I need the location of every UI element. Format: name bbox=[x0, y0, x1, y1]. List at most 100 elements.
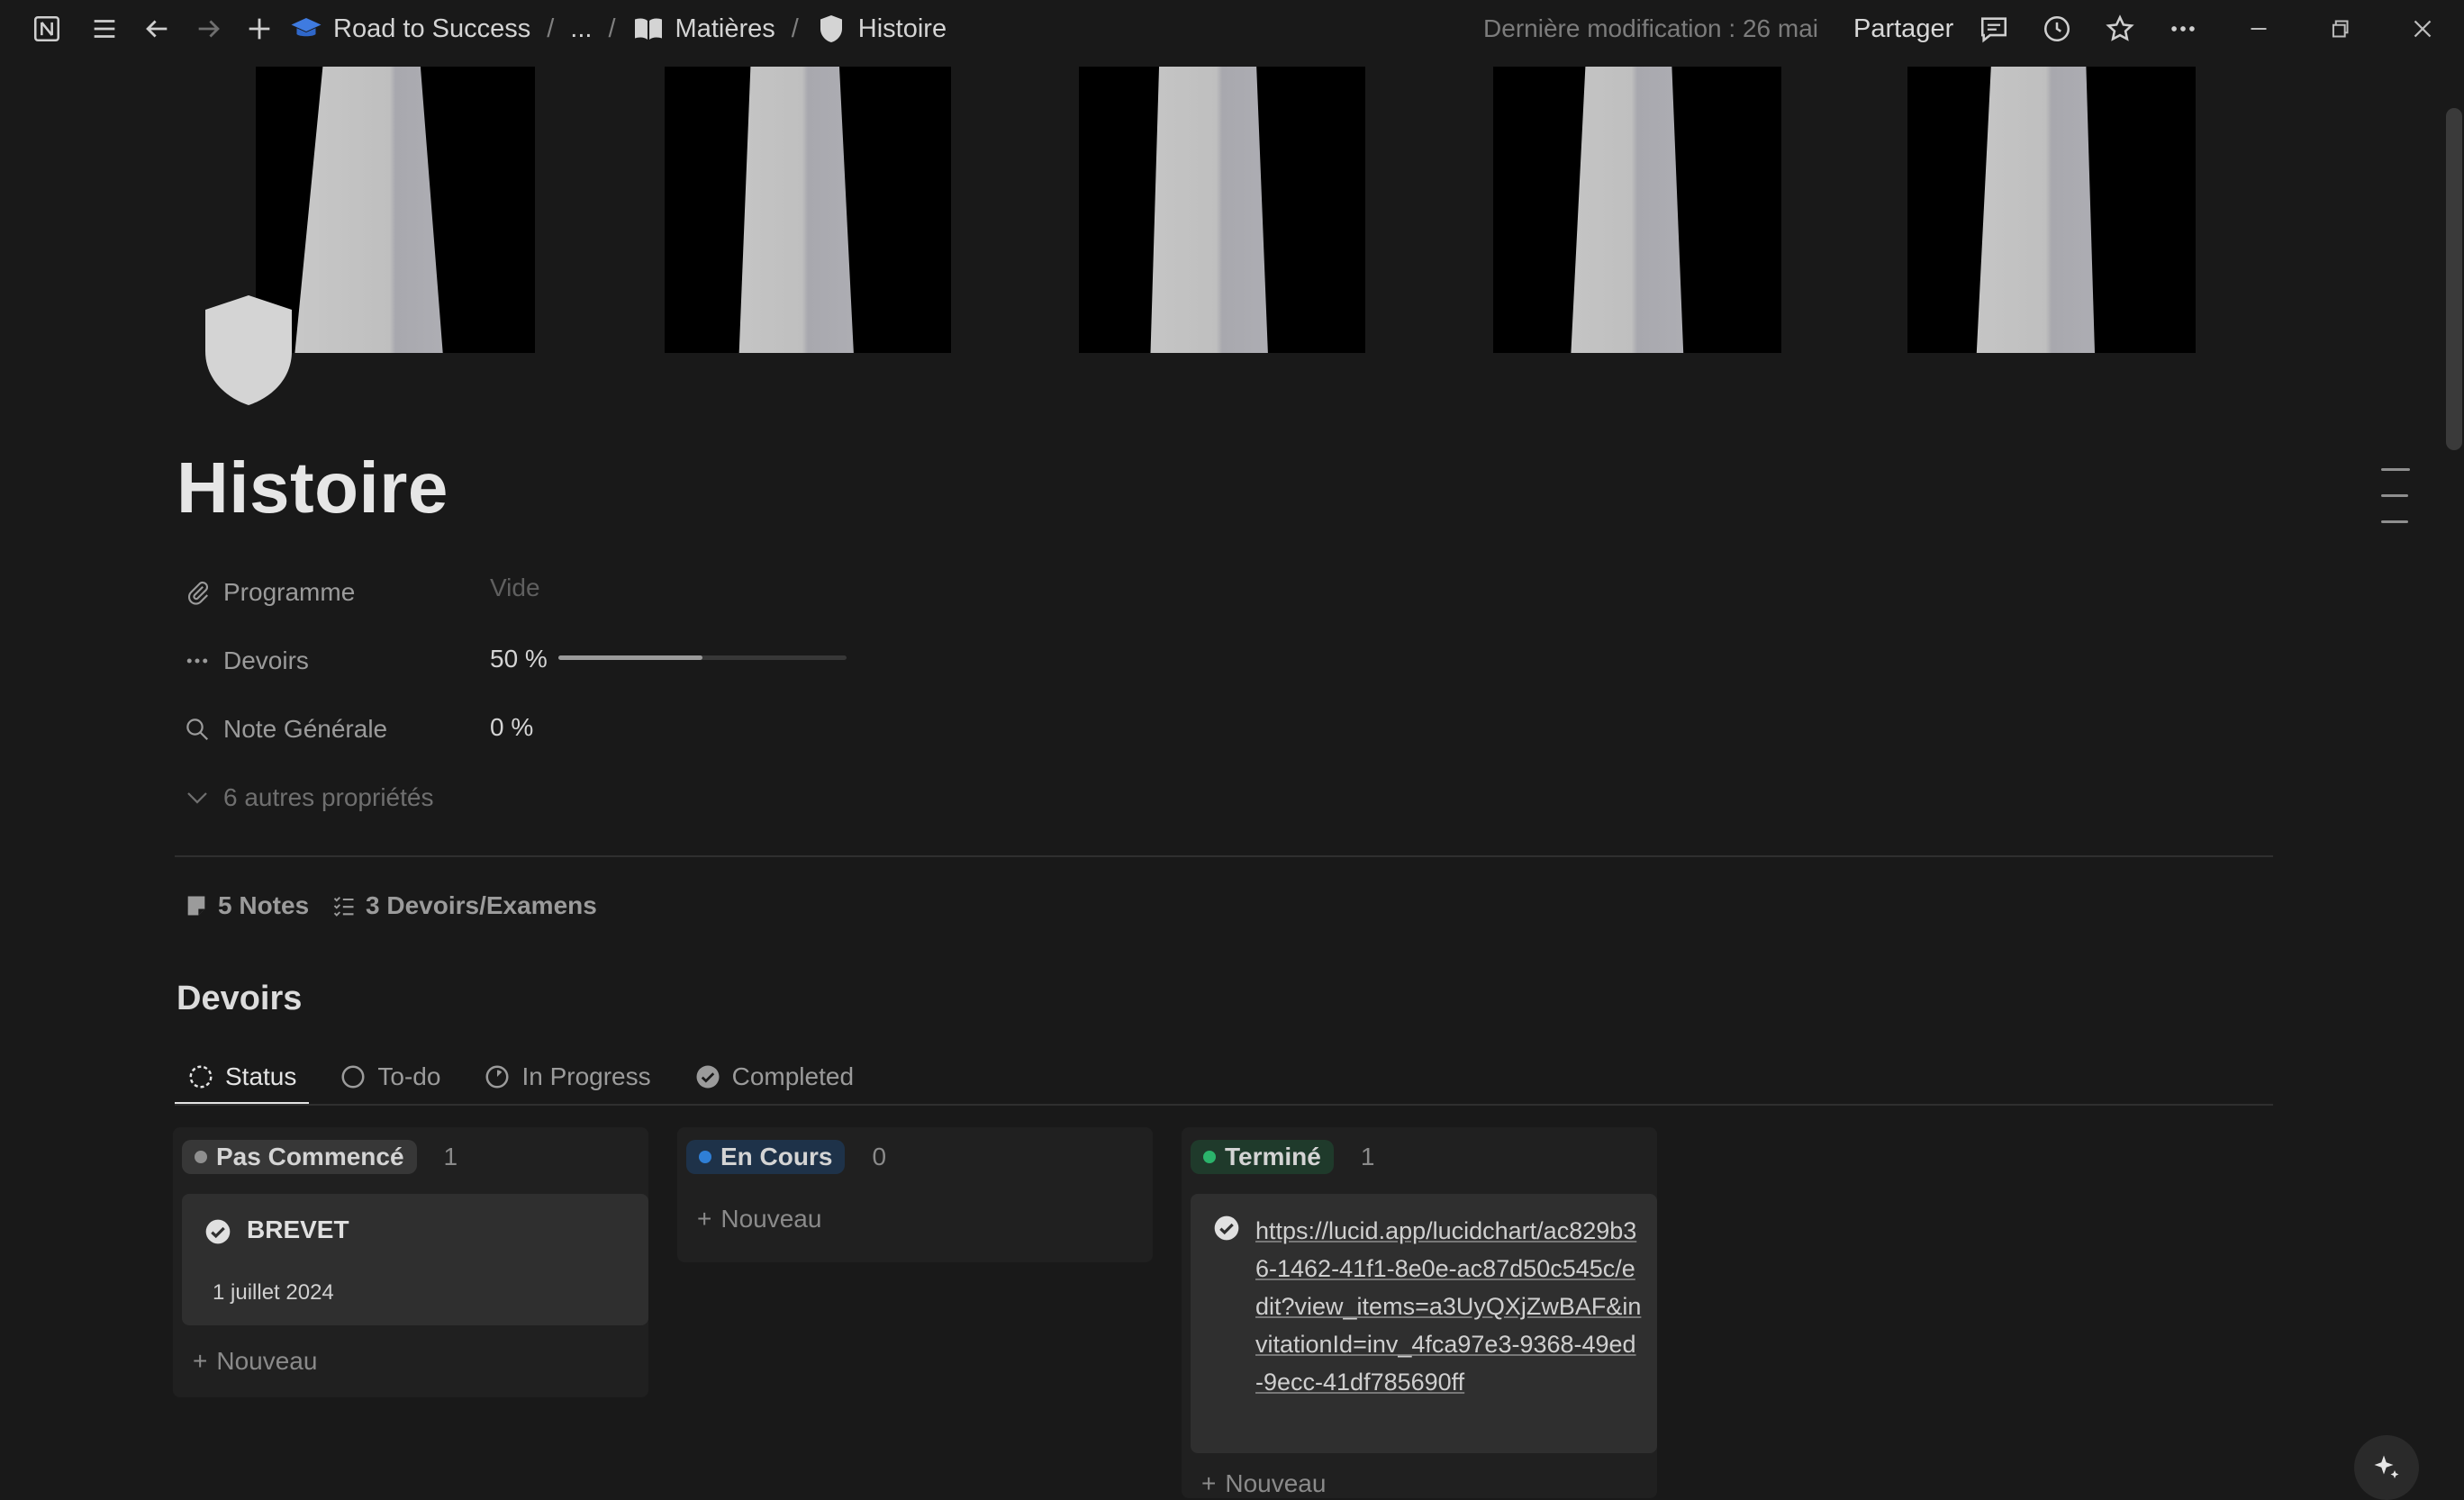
tabs-underline bbox=[175, 1104, 2273, 1106]
new-card-button[interactable]: + Nouveau bbox=[697, 1205, 821, 1233]
more-options-icon[interactable] bbox=[2165, 11, 2201, 47]
dots-icon bbox=[186, 658, 208, 664]
breadcrumb-item-ellipsis[interactable]: ... bbox=[570, 14, 592, 44]
paperclip-icon bbox=[188, 581, 209, 605]
half-circle-icon bbox=[485, 1065, 509, 1089]
graduation-cap-icon bbox=[291, 18, 322, 37]
page-title[interactable]: Histoire bbox=[177, 447, 448, 529]
star-icon[interactable] bbox=[2102, 11, 2138, 47]
breadcrumb-item-matieres[interactable]: Matières bbox=[632, 13, 775, 45]
plus-icon: + bbox=[193, 1347, 208, 1375]
chevron-down-icon bbox=[187, 792, 207, 804]
board-column-pas-commence: Pas Commencé 1 BREVET 1 juillet 2024 + N… bbox=[173, 1127, 648, 1397]
board-card[interactable]: https://lucid.app/lucidchart/ac829b36-14… bbox=[1191, 1194, 1657, 1453]
breadcrumb-item-histoire[interactable]: Histoire bbox=[815, 13, 947, 45]
back-arrow-icon[interactable] bbox=[139, 11, 175, 47]
shield-page-icon[interactable] bbox=[202, 294, 295, 407]
relation-devoirs-examens[interactable]: 3 Devoirs/Examens bbox=[331, 886, 597, 926]
tab-in-progress[interactable]: In Progress bbox=[471, 1050, 651, 1104]
notion-logo-icon[interactable] bbox=[29, 11, 65, 47]
status-badge: Pas Commencé bbox=[182, 1140, 417, 1174]
table-of-contents-icon[interactable] bbox=[2381, 468, 2410, 547]
devoirs-progress-bar bbox=[558, 655, 847, 660]
property-value-programme[interactable]: Vide bbox=[490, 574, 540, 602]
cover-stripe bbox=[1079, 67, 1365, 353]
property-programme[interactable]: Programme bbox=[184, 571, 355, 614]
plus-icon: + bbox=[697, 1205, 712, 1233]
top-bar: Road to Success / ... / Matières / Histo… bbox=[0, 0, 2464, 58]
breadcrumb-item-road-to-success[interactable]: Road to Success bbox=[290, 13, 530, 45]
close-icon[interactable] bbox=[2405, 11, 2441, 47]
cover-stripe bbox=[1907, 67, 2196, 353]
breadcrumb-separator: / bbox=[547, 14, 555, 43]
circle-icon bbox=[341, 1065, 365, 1089]
cover-stripe bbox=[1493, 67, 1781, 353]
sparkle-icon bbox=[2374, 1455, 2399, 1478]
check-circle-icon bbox=[1214, 1215, 1239, 1241]
tab-to-do[interactable]: To-do bbox=[327, 1050, 440, 1104]
column-header[interactable]: Pas Commencé 1 bbox=[182, 1140, 457, 1174]
view-tabs: Status To-do In Progress Completed bbox=[175, 1050, 884, 1106]
plus-icon: + bbox=[1201, 1469, 1217, 1497]
board-column-en-cours: En Cours 0 + Nouveau bbox=[677, 1127, 1153, 1262]
property-note-generale[interactable]: Note Générale bbox=[184, 708, 387, 751]
check-circle-icon bbox=[696, 1065, 720, 1089]
property-devoirs[interactable]: Devoirs bbox=[184, 639, 309, 682]
cover-stripe bbox=[256, 67, 535, 353]
board-card[interactable]: BREVET 1 juillet 2024 bbox=[182, 1194, 648, 1325]
share-button[interactable]: Partager bbox=[1853, 0, 1953, 58]
search-icon bbox=[186, 718, 209, 741]
breadcrumb: Road to Success / ... / Matières / Histo… bbox=[290, 0, 947, 58]
new-card-button[interactable]: + Nouveau bbox=[193, 1347, 317, 1376]
property-label: Programme bbox=[223, 578, 356, 606]
history-clock-icon[interactable] bbox=[2039, 11, 2075, 47]
ai-sparkle-button[interactable] bbox=[2354, 1435, 2419, 1500]
breadcrumb-separator: / bbox=[791, 14, 799, 43]
card-date: 1 juillet 2024 bbox=[213, 1280, 334, 1305]
cover-image[interactable] bbox=[175, 67, 2210, 353]
new-card-button[interactable]: + Nouveau bbox=[1201, 1469, 1326, 1498]
column-header[interactable]: En Cours 0 bbox=[686, 1140, 886, 1174]
column-count: 1 bbox=[443, 1143, 458, 1170]
card-title: BREVET bbox=[204, 1215, 349, 1246]
more-properties-toggle[interactable]: 6 autres propriétés bbox=[184, 776, 433, 819]
devoirs-progress-fill bbox=[558, 655, 702, 660]
status-dot bbox=[195, 1151, 207, 1163]
status-dot bbox=[699, 1151, 711, 1163]
add-icon[interactable] bbox=[241, 11, 277, 47]
cover-stripe bbox=[665, 67, 951, 353]
check-circle-icon bbox=[205, 1219, 231, 1244]
property-value-devoirs[interactable]: 50 % bbox=[490, 645, 548, 673]
property-label: Devoirs bbox=[223, 646, 309, 674]
more-properties-label: 6 autres propriétés bbox=[223, 783, 434, 811]
status-badge: Terminé bbox=[1191, 1140, 1334, 1174]
last-modified-label: Dernière modification : 26 mai bbox=[1483, 14, 1818, 42]
divider bbox=[175, 855, 2273, 857]
card-title: https://lucid.app/lucidchart/ac829b36-14… bbox=[1212, 1212, 1643, 1401]
breadcrumb-separator: / bbox=[608, 14, 616, 43]
relation-notes[interactable]: 5 Notes bbox=[184, 886, 309, 926]
forward-arrow-icon[interactable] bbox=[191, 11, 227, 47]
minimize-icon[interactable] bbox=[2241, 11, 2277, 47]
status-badge: En Cours bbox=[686, 1140, 846, 1174]
status-icon bbox=[189, 1065, 213, 1089]
tab-status[interactable]: Status bbox=[175, 1050, 310, 1106]
card-link[interactable]: https://lucid.app/lucidchart/ac829b36-14… bbox=[1255, 1212, 1643, 1401]
comment-icon[interactable] bbox=[1976, 11, 2012, 47]
property-value-note-generale[interactable]: 0 % bbox=[490, 713, 533, 742]
menu-icon[interactable] bbox=[86, 11, 122, 47]
scrollbar[interactable] bbox=[2446, 108, 2462, 450]
tab-completed[interactable]: Completed bbox=[682, 1050, 854, 1104]
column-count: 0 bbox=[872, 1143, 887, 1170]
status-dot bbox=[1203, 1151, 1216, 1163]
column-count: 1 bbox=[1360, 1143, 1375, 1170]
board-column-termine: Terminé 1 https://lucid.app/lucidchart/a… bbox=[1182, 1127, 1657, 1498]
column-header[interactable]: Terminé 1 bbox=[1191, 1140, 1374, 1174]
notes-icon bbox=[187, 896, 205, 916]
shield-icon bbox=[820, 15, 842, 42]
devoirs-section-title[interactable]: Devoirs bbox=[177, 980, 302, 1018]
restore-icon[interactable] bbox=[2322, 11, 2358, 47]
property-label: Note Générale bbox=[223, 715, 388, 743]
checklist-icon bbox=[333, 897, 354, 917]
book-icon bbox=[634, 18, 662, 40]
